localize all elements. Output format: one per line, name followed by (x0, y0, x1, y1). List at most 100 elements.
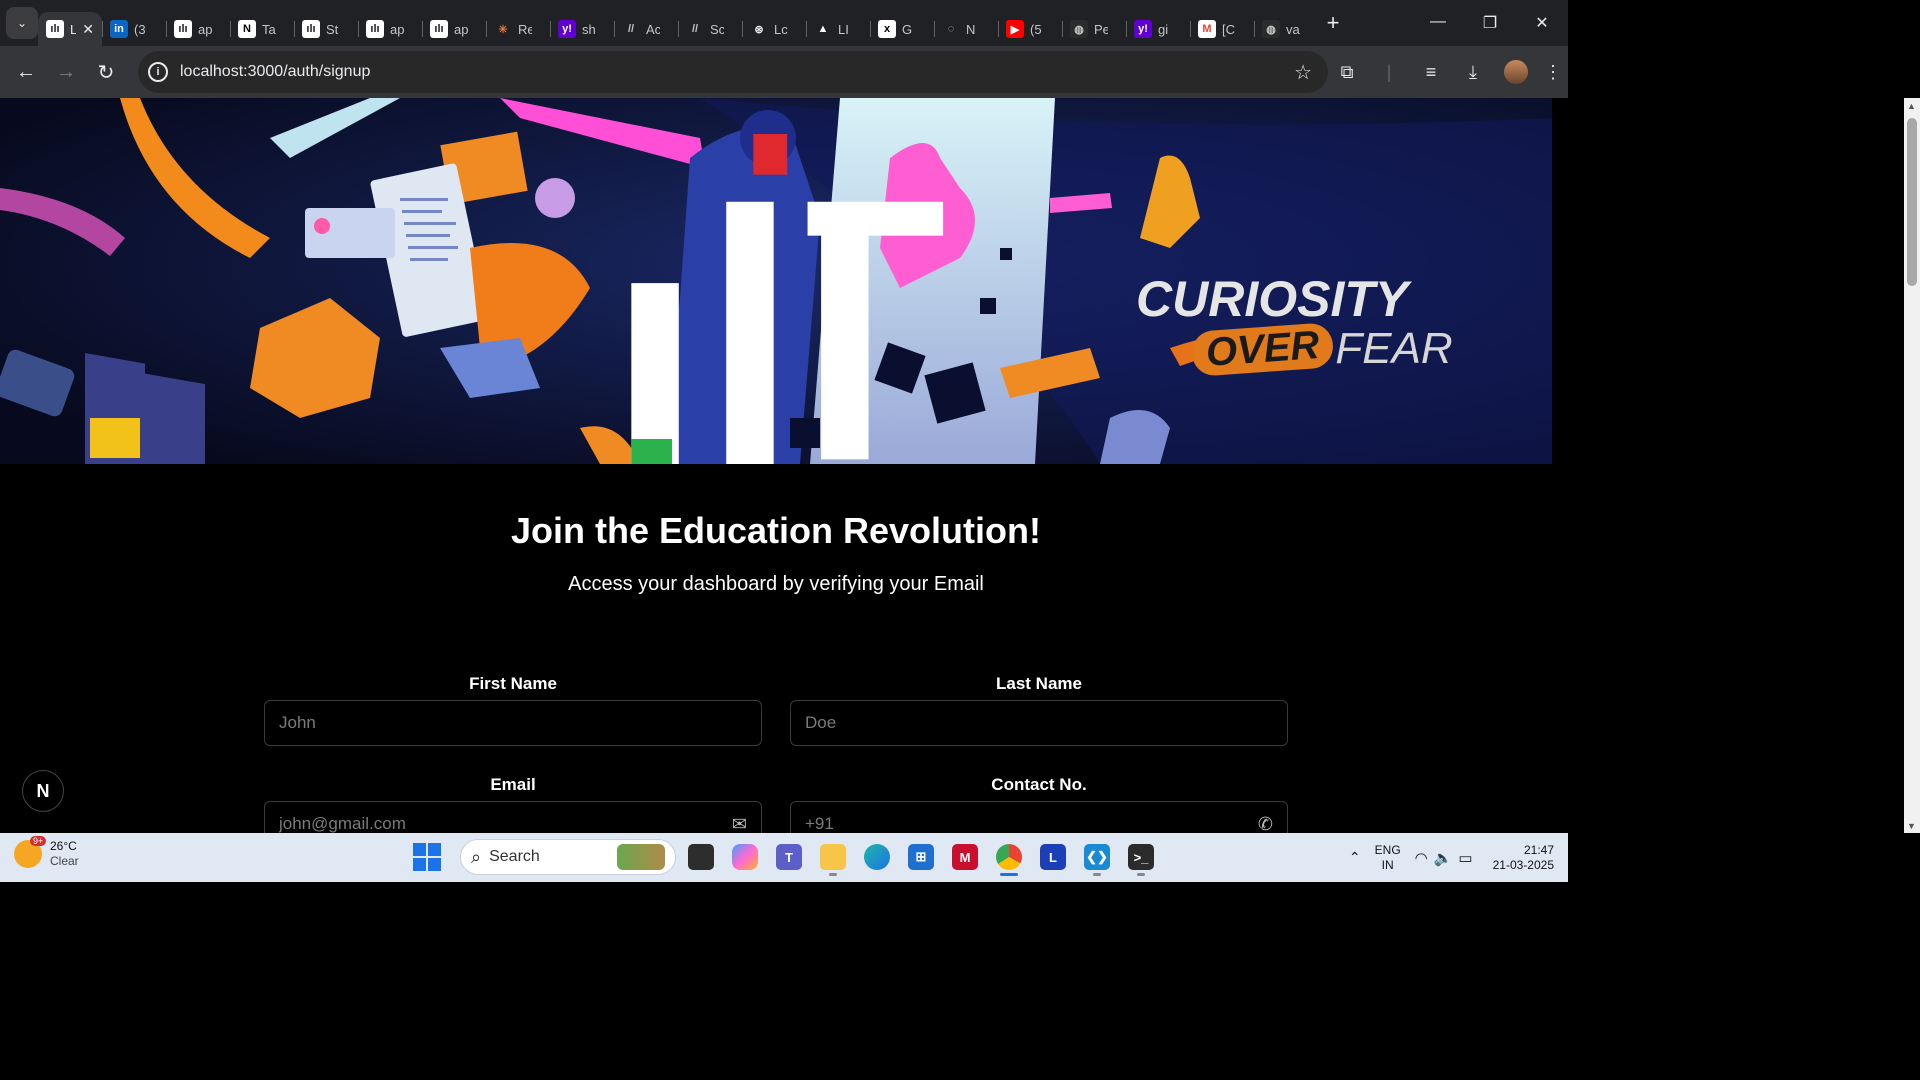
download-icon[interactable]: ⤓ (1452, 62, 1494, 83)
network-volume-battery-icons[interactable]: ◠🔈▭ (1415, 849, 1479, 867)
taskbar-edge[interactable] (858, 837, 896, 877)
arrow-right-icon: → (56, 60, 76, 83)
browser-tab[interactable]: ✳ Re (486, 12, 550, 46)
tab-close-icon[interactable]: ✕ (82, 21, 94, 38)
nextjs-logo-icon: N (36, 780, 50, 801)
spinner-icon: ◌ (947, 23, 955, 35)
scrollbar-thumb[interactable] (1907, 118, 1917, 286)
email-input[interactable] (279, 814, 732, 833)
extensions-icon[interactable]: ⧉ (1326, 62, 1368, 83)
tab-title: N (966, 21, 976, 37)
tab-title: va (1286, 21, 1300, 37)
forward-button[interactable]: → (46, 61, 86, 84)
linkedin-icon: in (110, 20, 128, 38)
browser-tab[interactable]: N Ta (230, 12, 294, 46)
weather-widget[interactable]: 9+ 26°C Clear (14, 836, 79, 869)
edge-icon (864, 844, 890, 870)
browser-tab[interactable]: M [C (1190, 12, 1254, 46)
browser-tab[interactable]: // Ac (614, 12, 678, 46)
minimize-button[interactable]: — (1412, 13, 1464, 33)
slash-icon: // (691, 23, 699, 35)
taskbar-search[interactable]: ⌕ Search (460, 839, 676, 875)
url-text[interactable]: localhost:3000/auth/signup (180, 63, 370, 81)
bookmark-star-icon[interactable]: ☆ (1294, 60, 1312, 85)
yahoo-icon: y! (1134, 20, 1152, 38)
tab-active[interactable]: ılı LI ✕ (38, 12, 102, 46)
reload-button[interactable]: ↻ (86, 60, 126, 85)
media-control-icon[interactable]: ≡ (1410, 62, 1452, 83)
address-bar[interactable]: i localhost:3000/auth/signup ☆ (138, 51, 1328, 93)
first-name-label: First Name (469, 674, 557, 693)
weather-temperature: 26°C (50, 839, 77, 853)
browser-tab[interactable]: // Sc (678, 12, 742, 46)
browser-tab[interactable]: in (3 (102, 12, 166, 46)
taskbar-teams[interactable]: T (770, 837, 808, 877)
restore-button[interactable]: ❐ (1464, 13, 1516, 33)
tab-title: Ac (646, 21, 660, 37)
last-name-field: Last Name (790, 674, 1288, 746)
profile-avatar[interactable] (1504, 60, 1528, 84)
last-name-box (790, 700, 1288, 746)
browser-tab[interactable]: ◍ Pe (1062, 12, 1126, 46)
weather-text: 26°C Clear (50, 839, 79, 869)
browser-tab[interactable]: xG (870, 12, 934, 46)
search-icon: ⌕ (471, 846, 482, 867)
taskbar-vscode[interactable]: ❮❯ (1078, 837, 1116, 877)
browser-tab[interactable]: ⊛ Lc (742, 12, 806, 46)
language-indicator[interactable]: ENG IN (1375, 843, 1401, 873)
browser-tab[interactable]: ▲ LI (806, 12, 870, 46)
nextjs-dev-badge[interactable]: N (22, 770, 64, 812)
new-tab-button[interactable]: + (1318, 10, 1348, 36)
taskbar-file-explorer[interactable] (814, 837, 852, 877)
taskbar-l-app[interactable]: L (1034, 837, 1072, 877)
browser-tab[interactable]: ılı St (294, 12, 358, 46)
hero-banner: CURIOSITY OVER FEAR (0, 98, 1552, 464)
tab-search-button[interactable]: ⌄ (6, 7, 38, 39)
page-title: Join the Education Revolution! (511, 510, 1041, 551)
browser-tab[interactable]: ◌ N (934, 12, 998, 46)
last-name-input[interactable] (805, 713, 1273, 733)
github-icon: ◍ (1070, 20, 1088, 38)
browser-tab[interactable]: ılı ap (358, 12, 422, 46)
tab-title: Re (518, 21, 532, 37)
contact-label: Contact No. (991, 775, 1087, 794)
chevron-down-icon: ⌄ (16, 16, 28, 30)
first-name-input[interactable] (279, 713, 747, 733)
browser-tab[interactable]: ılı ap (422, 12, 486, 46)
mail-icon: ✉ (731, 813, 747, 834)
browser-tab[interactable]: ▶ (5 (998, 12, 1062, 46)
mcafee-icon: M (952, 844, 978, 870)
menu-kebab-icon[interactable]: ⋮ (1538, 62, 1568, 83)
scroll-down-icon[interactable]: ▼ (1907, 821, 1916, 831)
region-code: IN (1381, 857, 1394, 872)
taskbar-copilot[interactable] (726, 837, 764, 877)
taskbar-store[interactable]: ⊞ (902, 837, 940, 877)
app-logo-icon: ılı (174, 20, 192, 38)
site-info-icon[interactable]: i (148, 62, 168, 82)
system-tray: ⌃ ENG IN ◠🔈▭ 21:47 21-03-2025 (1349, 833, 1554, 882)
clock[interactable]: 21:47 21-03-2025 (1493, 843, 1554, 873)
back-button[interactable]: ← (6, 61, 46, 84)
tab-title: Lc (774, 21, 788, 37)
taskbar-mcafee[interactable]: M (946, 837, 984, 877)
taskbar-chrome[interactable] (990, 837, 1028, 877)
weather-sun-icon: 9+ (14, 836, 47, 868)
scroll-up-icon[interactable]: ▲ (1907, 101, 1916, 111)
tab-title: Ta (262, 21, 276, 37)
folder-icon (820, 844, 846, 870)
tray-chevron-up-icon[interactable]: ⌃ (1349, 849, 1361, 866)
browser-tab[interactable]: y! sh (550, 12, 614, 46)
toolbar-actions: ⧉ | ≡ ⤓ ⋮ (1326, 46, 1568, 98)
taskbar-terminal[interactable]: >_ (1122, 837, 1160, 877)
page-scrollbar[interactable]: ▲ ▼ (1904, 98, 1920, 833)
contact-input[interactable] (805, 814, 1258, 833)
close-window-button[interactable]: ✕ (1516, 13, 1568, 33)
tab-title: ap (454, 21, 468, 37)
last-name-label: Last Name (996, 674, 1082, 693)
start-button[interactable] (408, 837, 446, 877)
browser-tab[interactable]: y! gi (1126, 12, 1190, 46)
browser-tab[interactable]: ılı ap (166, 12, 230, 46)
browser-tab-bar: ⌄ ılıLI✕in(3ılıapNTaılıStılıapılıap✳Rey!… (0, 0, 1568, 46)
browser-tab[interactable]: ◍ va (1254, 12, 1318, 46)
taskbar-task-view[interactable] (682, 837, 720, 877)
